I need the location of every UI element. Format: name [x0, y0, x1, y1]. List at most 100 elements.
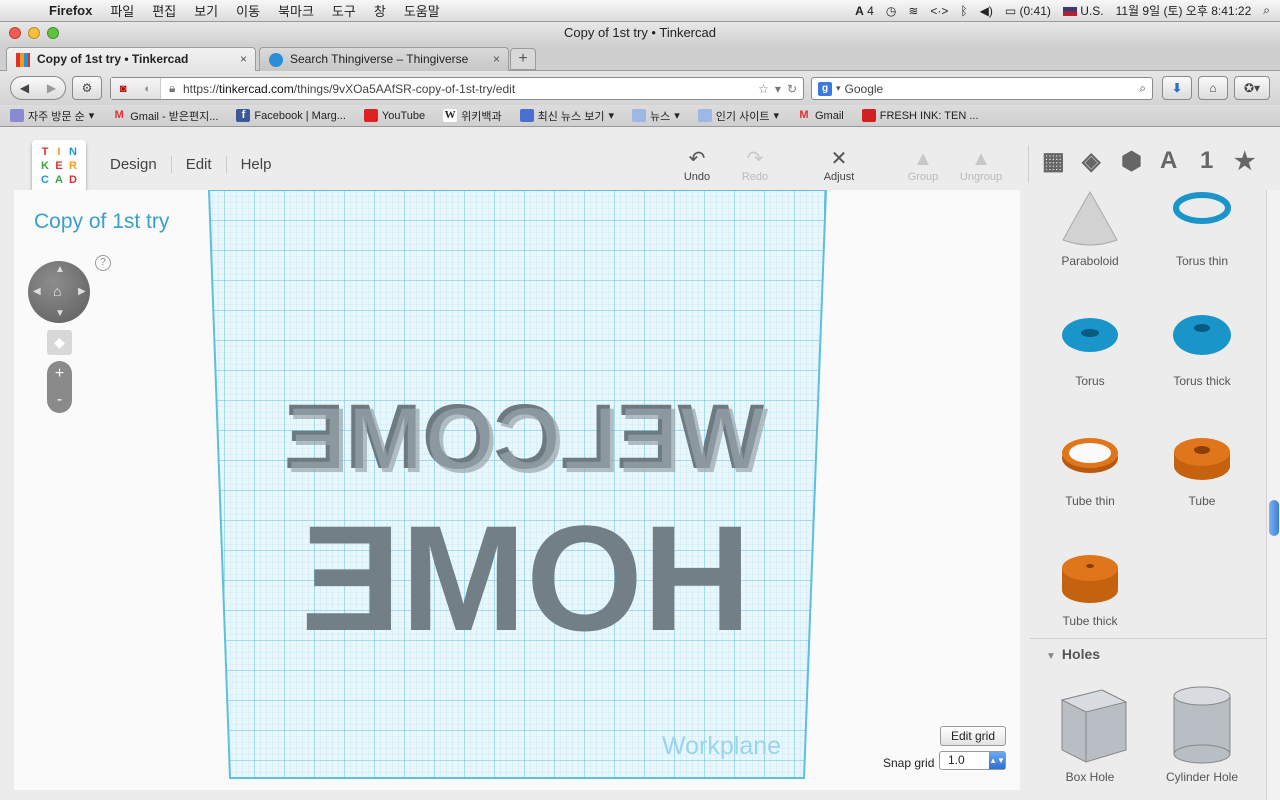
menu-tools[interactable]: 도구	[323, 1, 365, 20]
search-placeholder: Google	[844, 81, 884, 96]
panel-scrollbar[interactable]	[1266, 190, 1280, 800]
view-navigation-wheel[interactable]: ▲ ▼ ◀ ▶ ⌂	[28, 261, 90, 323]
menu-help[interactable]: 도움말	[395, 1, 449, 20]
thingiverse-favicon-icon	[269, 53, 283, 67]
pattern-box-icon[interactable]: ⬢	[1121, 147, 1142, 176]
redo-button[interactable]: ↷ Redo	[727, 147, 783, 183]
group-button[interactable]: ▲ Group	[895, 147, 951, 183]
number-icon[interactable]: 1	[1200, 147, 1213, 175]
menu-firefox[interactable]: Firefox	[40, 3, 101, 18]
zoom-in-icon[interactable]: +	[47, 361, 72, 387]
search-bar[interactable]: g ▾ Google ⌕	[811, 77, 1153, 100]
menu-view[interactable]: 보기	[185, 1, 227, 20]
menu-design[interactable]: Design	[96, 155, 172, 173]
adjust-button[interactable]: ✕ Adjust	[811, 147, 867, 183]
dropdown-icon[interactable]: ▾	[775, 82, 781, 96]
shape-box-hole[interactable]: Box Hole	[1034, 680, 1146, 784]
spotlight-icon[interactable]: ⌕	[1263, 3, 1270, 18]
tinkercad-logo[interactable]: TIN KER CAD	[32, 140, 86, 192]
tab-thingiverse[interactable]: Search Thingiverse – Thingiverse ×	[259, 47, 509, 71]
bookmark-popular-sites[interactable]: 인기 사이트 ▾	[688, 108, 787, 124]
download-icon[interactable]: ⬇	[1162, 76, 1192, 100]
menu-bookmarks[interactable]: 북마크	[269, 1, 323, 20]
view-cube-icon[interactable]: ◆	[47, 330, 72, 355]
tab-groups-button[interactable]: ⚙	[72, 76, 102, 100]
adobe-status[interactable]: A 4	[855, 4, 874, 18]
design-canvas[interactable]: WELCOME WELCOME HOME Copy of 1st try ? ▲…	[14, 190, 1020, 790]
url-bar[interactable]: ◙ ◐ 🔒︎ https://tinkercad.com/things/9vXOa…	[110, 77, 804, 100]
zoom-window-button[interactable]	[47, 27, 59, 39]
bookmark-star-icon[interactable]: ☆	[758, 82, 769, 96]
star-icon[interactable]: ★	[1234, 147, 1256, 176]
volume-icon[interactable]: ◀)	[980, 4, 993, 18]
time-machine-icon[interactable]: ◷	[886, 4, 896, 18]
workplane[interactable]: WELCOME WELCOME HOME	[14, 190, 1020, 790]
shape-torus[interactable]: Torus	[1034, 308, 1146, 388]
snap-grid-label: Snap grid	[883, 756, 935, 770]
reload-icon[interactable]: ↻	[787, 82, 797, 96]
bookmark-most-visited[interactable]: 자주 방문 순 ▾	[0, 108, 102, 124]
help-icon[interactable]: ?	[95, 255, 111, 271]
shape-cylinder-hole[interactable]: Cylinder Hole	[1146, 680, 1258, 784]
close-window-button[interactable]	[9, 27, 21, 39]
menu-file[interactable]: 파일	[101, 1, 143, 20]
model-welcome-home[interactable]: WELCOME WELCOME HOME	[284, 386, 768, 662]
holes-section-header[interactable]: ▼ Holes	[1030, 638, 1266, 668]
battery-status[interactable]: ▭ (0:41)	[1005, 4, 1051, 18]
grid-icon[interactable]: ▦	[1042, 147, 1065, 176]
bookmark-gmail[interactable]: M Gmail	[787, 109, 852, 122]
bookmark-facebook[interactable]: f Facebook | Marg...	[226, 109, 354, 122]
text-icon[interactable]: A	[1160, 147, 1177, 175]
back-icon[interactable]: ◀	[11, 81, 38, 95]
clock[interactable]: 11월 9일 (토) 오후 8:41:22	[1116, 2, 1252, 19]
google-icon[interactable]: g	[818, 81, 832, 96]
tab-tinkercad[interactable]: Copy of 1st try • Tinkercad ×	[6, 47, 256, 72]
snap-grid-select[interactable]: 1.0 ▲▼	[939, 751, 1006, 770]
home-icon[interactable]: ⌂	[1198, 76, 1228, 100]
logo-letter: T	[41, 146, 49, 158]
url-text[interactable]: https://tinkercad.com/things/9vXOa5AAfSR…	[183, 82, 515, 96]
edit-grid-button[interactable]: Edit grid	[940, 726, 1006, 746]
undo-button[interactable]: ↶ Undo	[669, 147, 725, 183]
bookmark-news-folder[interactable]: 뉴스 ▾	[622, 108, 688, 124]
input-language[interactable]: U.S.	[1062, 4, 1104, 18]
site-identity[interactable]: ◙ ◐	[111, 78, 161, 99]
menu-window[interactable]: 창	[365, 1, 395, 20]
orbit-down-icon: ▼	[55, 308, 65, 319]
shape-tube[interactable]: Tube	[1146, 428, 1258, 508]
bluetooth-icon[interactable]: ᛒ	[960, 4, 967, 18]
logo-letter: N	[69, 146, 77, 158]
shape-paraboloid[interactable]: Paraboloid	[1034, 190, 1146, 268]
youtube-icon	[363, 109, 378, 122]
ungroup-button[interactable]: ▲ Ungroup	[953, 147, 1009, 183]
bookmark-latest-news[interactable]: 최신 뉴스 보기 ▾	[510, 108, 622, 124]
bookmark-wikipedia[interactable]: W 위키백과	[433, 108, 509, 124]
minimize-window-button[interactable]	[28, 27, 40, 39]
scrollbar-thumb[interactable]	[1269, 500, 1279, 536]
document-title[interactable]: Copy of 1st try	[34, 210, 169, 234]
menu-edit[interactable]: 편집	[143, 1, 185, 20]
forward-icon[interactable]: ▶	[38, 81, 65, 95]
rss-icon	[519, 109, 534, 122]
search-icon[interactable]: ⌕	[1139, 81, 1152, 96]
box-icon[interactable]: ◈	[1082, 147, 1100, 176]
shape-tube-thick[interactable]: Tube thick	[1034, 548, 1146, 628]
menu-edit-app[interactable]: Edit	[172, 155, 227, 173]
wifi-icon[interactable]: ≋	[908, 4, 918, 18]
close-tab-icon[interactable]: ×	[493, 48, 500, 70]
menu-go[interactable]: 이동	[227, 1, 269, 20]
close-tab-icon[interactable]: ×	[240, 48, 247, 70]
zoom-out-icon[interactable]: -	[47, 387, 72, 413]
shape-torus-thick[interactable]: Torus thick	[1146, 308, 1258, 388]
shape-torus-thin[interactable]: Torus thin	[1146, 190, 1258, 268]
bookmarks-menu-icon[interactable]: ✪▾	[1234, 76, 1270, 100]
model-text-welcome-shadow: WELCOME	[288, 390, 768, 492]
code-icon[interactable]: <·>	[930, 4, 948, 18]
bookmark-fresh-ink[interactable]: FRESH INK: TEN ...	[852, 109, 987, 122]
torus-thin-icon	[1173, 192, 1231, 224]
shape-tube-thin[interactable]: Tube thin	[1034, 428, 1146, 508]
bookmark-gmail-inbox[interactable]: M Gmail - 받은편지...	[102, 108, 226, 124]
menu-help-app[interactable]: Help	[227, 156, 286, 173]
bookmark-youtube[interactable]: YouTube	[354, 109, 433, 122]
new-tab-button[interactable]: +	[510, 48, 536, 70]
